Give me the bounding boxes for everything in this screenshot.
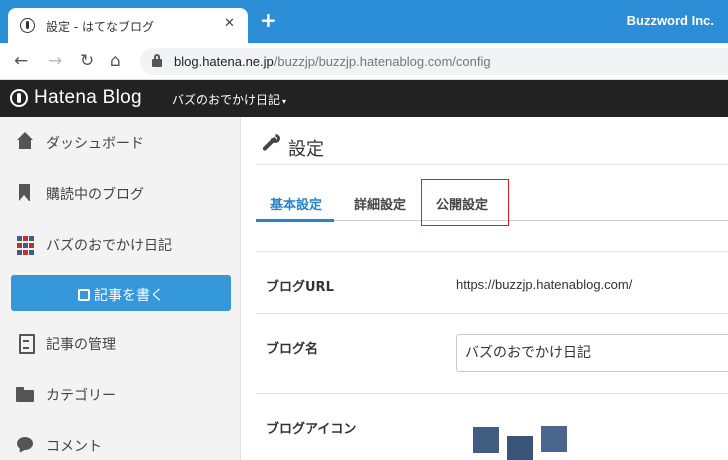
hatena-favicon-icon [20,18,35,33]
blog-url-label: ブログURL [266,280,334,295]
tab-detailed-settings[interactable]: 詳細設定 [340,179,420,221]
edit-icon [78,289,90,301]
sidebar-item-label: 記事の管理 [46,337,116,353]
close-tab-icon[interactable]: ✕ [224,16,235,31]
blog-name-label: ブログ名 [266,342,319,357]
sidebar-item-label: ダッシュボード [46,136,144,152]
profile-name[interactable]: Buzzword Inc. [627,13,714,28]
browser-tab[interactable]: 設定 - はてなブログ ✕ [8,8,248,43]
publish-settings-highlight [421,179,509,226]
forward-arrow-icon[interactable]: → [48,51,62,71]
sidebar: ダッシュボード 購読中のブログ バズのおでかけ日記 記事を書く 記事の管理 カテ… [0,117,241,460]
url-text: blog.hatena.ne.jp/buzzjp/buzzjp.hatenabl… [174,54,491,69]
sidebar-item-dashboard[interactable]: ダッシュボード [0,117,241,167]
blog-url-row: ブログURL https://buzzjp.hatenablog.com/ [256,251,728,313]
browser-tab-strip: 設定 - はてなブログ ✕ + Buzzword Inc. [0,0,728,43]
blog-name-input[interactable]: バズのおでかけ日記 [456,334,728,372]
hatena-header: Hatena Blog バズのおでかけ日記 ▾ [0,80,728,117]
home-page-icon[interactable]: ⌂ [110,51,121,71]
sidebar-item-categories[interactable]: カテゴリー [0,369,241,419]
bookmark-icon [15,183,35,203]
write-article-text: 記事を書く [94,288,164,304]
url-path: /buzzjp/buzzjp.hatenablog.com/config [273,54,491,69]
blog-url-value: https://buzzjp.hatenablog.com/ [456,277,633,292]
blog-switcher[interactable]: バズのおでかけ日記 ▾ [172,91,286,108]
main-content: 設定 基本設定 詳細設定 公開設定 ブログURL https://buzzjp.… [241,117,728,460]
blog-switcher-label: バズのおでかけ日記 [172,93,281,107]
caret-down-icon: ▾ [282,97,287,106]
sidebar-item-subscriptions[interactable]: 購読中のブログ [0,168,241,218]
sidebar-item-label: コメント [46,439,102,455]
url-host: blog.hatena.ne.jp [174,54,274,69]
hatena-logo-icon[interactable] [10,89,28,107]
tab-basic-settings[interactable]: 基本設定 [256,179,334,222]
blog-icon-label: ブログアイコン [266,422,357,437]
blog-name-row: ブログ名 バズのおでかけ日記 [256,313,728,393]
new-tab-button[interactable]: + [260,10,277,30]
wrench-icon [258,132,282,154]
browser-tab-title: 設定 - はてなブログ [46,20,154,34]
home-icon [15,132,35,152]
document-icon [15,333,35,354]
comment-icon [15,435,35,455]
sidebar-item-label: 購読中のブログ [46,187,144,203]
browser-toolbar: ← → ↻ ⌂ blog.hatena.ne.jp/buzzjp/buzzjp.… [0,43,728,80]
tab-label: 詳細設定 [354,198,407,213]
page-header: 設定 [256,117,728,165]
address-bar[interactable]: blog.hatena.ne.jp/buzzjp/buzzjp.hatenabl… [140,48,728,75]
lock-icon[interactable] [152,54,162,67]
tab-label: 基本設定 [270,198,323,213]
reload-icon[interactable]: ↻ [80,51,94,71]
folder-icon [15,384,35,404]
write-article-label: 記事を書く [11,285,231,305]
sidebar-item-label: カテゴリー [46,388,116,404]
hatena-blog-brand[interactable]: Hatena Blog [34,87,142,109]
sidebar-item-articles[interactable]: 記事の管理 [0,318,241,368]
write-article-button[interactable]: 記事を書く [11,275,231,311]
sidebar-item-blog[interactable]: バズのおでかけ日記 [0,219,241,269]
sidebar-item-comments[interactable]: コメント [0,420,241,460]
blog-icon-image[interactable] [473,424,573,460]
back-arrow-icon[interactable]: ← [14,51,28,71]
page-title: 設定 [288,139,324,160]
sidebar-item-label: バズのおでかけ日記 [46,238,172,254]
blog-icon [17,236,37,256]
blog-icon-row: ブログアイコン [256,393,728,460]
